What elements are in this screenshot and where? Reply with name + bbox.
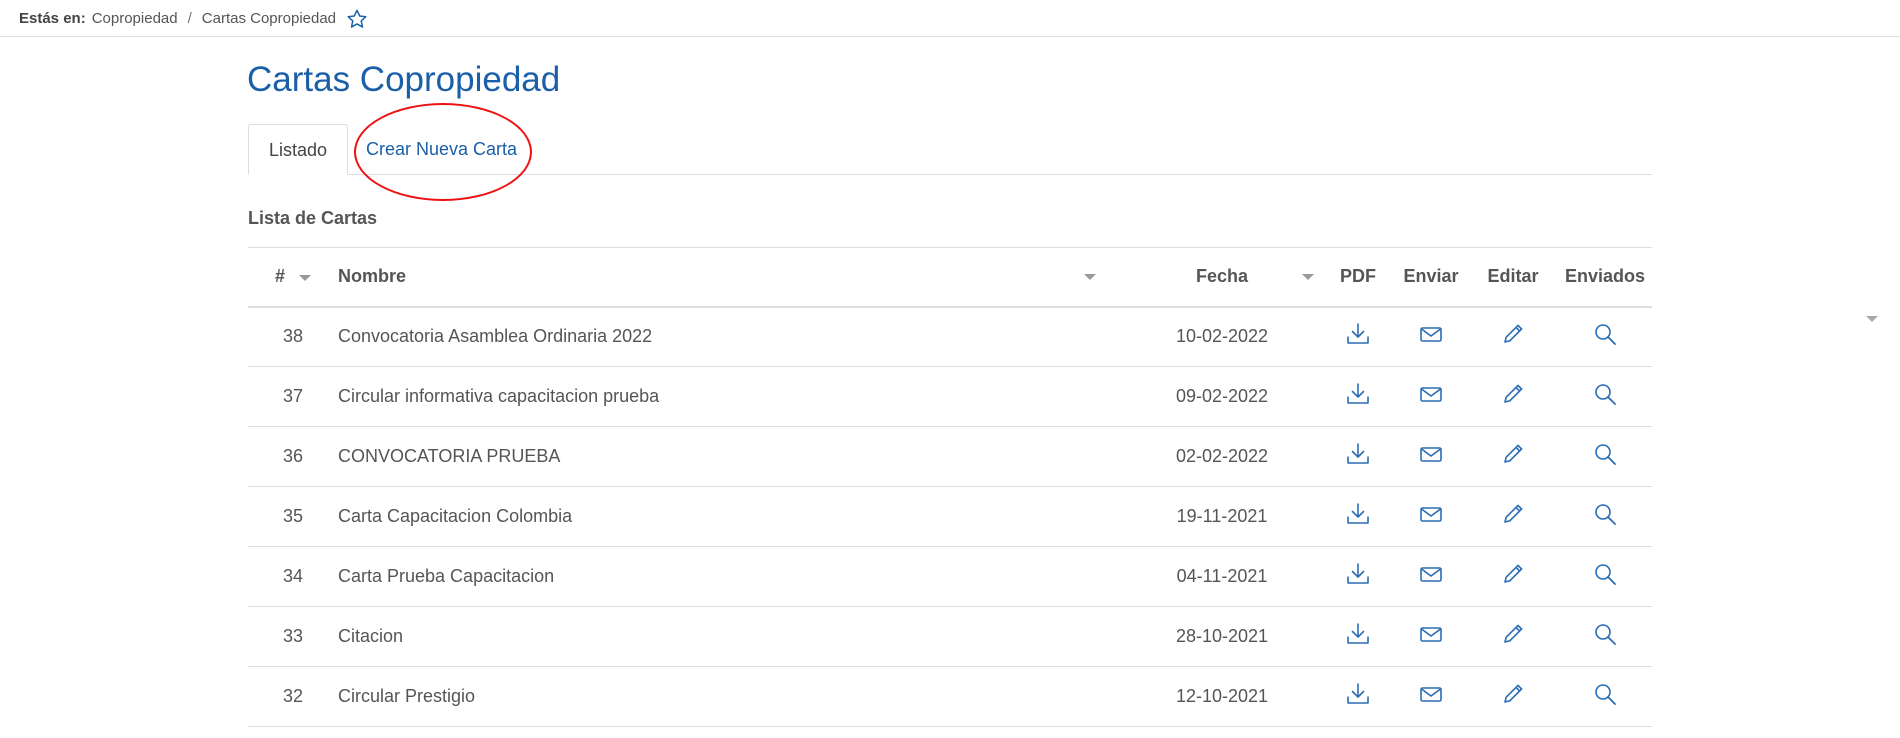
row-nombre: Carta Prueba Capacitacion: [338, 566, 555, 586]
table-row: 34 Carta Prueba Capacitacion 04-11-2021: [248, 547, 1652, 607]
page-title: Cartas Copropiedad: [247, 60, 561, 99]
star-icon[interactable]: [346, 8, 368, 30]
mail-icon[interactable]: [1418, 321, 1444, 347]
column-header-fecha[interactable]: Fecha: [1122, 248, 1322, 307]
row-nombre: Citacion: [338, 626, 404, 646]
download-icon[interactable]: [1345, 441, 1371, 467]
pencil-icon[interactable]: [1500, 441, 1526, 467]
mail-icon[interactable]: [1418, 501, 1444, 527]
search-icon[interactable]: [1592, 621, 1618, 647]
breadcrumb-separator: /: [187, 10, 192, 27]
pencil-icon[interactable]: [1500, 561, 1526, 587]
header-divider: [0, 36, 1900, 37]
download-icon[interactable]: [1345, 681, 1371, 707]
mail-icon[interactable]: [1418, 441, 1444, 467]
column-header-pdf: PDF: [1340, 266, 1376, 287]
column-header-number[interactable]: #: [248, 248, 338, 307]
row-fecha: 28-10-2021: [1175, 626, 1269, 646]
row-nombre: Carta Capacitacion Colombia: [338, 506, 573, 526]
search-icon[interactable]: [1592, 681, 1618, 707]
breadcrumb-item-copropiedad[interactable]: Copropiedad: [92, 10, 178, 27]
table-row: 38 Convocatoria Asamblea Ordinaria 2022 …: [248, 307, 1652, 367]
table-row: 36 CONVOCATORIA PRUEBA 02-02-2022: [248, 427, 1652, 487]
row-nombre: CONVOCATORIA PRUEBA: [338, 446, 561, 466]
download-icon[interactable]: [1345, 321, 1371, 347]
sort-caret-icon[interactable]: [299, 274, 311, 281]
download-icon[interactable]: [1345, 621, 1371, 647]
mail-icon[interactable]: [1418, 621, 1444, 647]
row-nombre: Circular Prestigio: [338, 686, 476, 706]
row-number: 33: [282, 626, 304, 646]
row-number: 35: [282, 506, 304, 526]
column-header-enviar: Enviar: [1403, 266, 1459, 287]
search-icon[interactable]: [1592, 561, 1618, 587]
row-nombre: Circular informativa capacitacion prueba: [338, 386, 660, 406]
column-header-enviados: Enviados: [1564, 266, 1646, 287]
row-number: 36: [282, 446, 304, 466]
mail-icon[interactable]: [1418, 381, 1444, 407]
breadcrumb-item-current: Cartas Copropiedad: [201, 10, 337, 27]
row-fecha: 04-11-2021: [1176, 566, 1268, 586]
search-icon[interactable]: [1592, 501, 1618, 527]
table-row: 33 Citacion 28-10-2021: [248, 607, 1652, 667]
row-fecha: 19-11-2021: [1176, 506, 1268, 526]
pencil-icon[interactable]: [1500, 501, 1526, 527]
download-icon[interactable]: [1345, 381, 1371, 407]
table-row: 32 Circular Prestigio 12-10-2021: [248, 667, 1652, 727]
search-icon[interactable]: [1592, 321, 1618, 347]
sort-caret-icon[interactable]: [1866, 316, 1878, 322]
download-icon[interactable]: [1345, 501, 1371, 527]
pencil-icon[interactable]: [1500, 681, 1526, 707]
table-header-row: # Nombre Fecha PDF Enviar Editar Enviado…: [248, 247, 1652, 307]
row-fecha: 02-02-2022: [1175, 446, 1269, 466]
search-icon[interactable]: [1592, 381, 1618, 407]
row-fecha: 12-10-2021: [1175, 686, 1269, 706]
tab-bar: Listado Crear Nueva Carta: [248, 124, 1652, 175]
mail-icon[interactable]: [1418, 561, 1444, 587]
pencil-icon[interactable]: [1500, 321, 1526, 347]
table-row: 37 Circular informativa capacitacion pru…: [248, 367, 1652, 427]
pencil-icon[interactable]: [1500, 621, 1526, 647]
download-icon[interactable]: [1345, 561, 1371, 587]
pencil-icon[interactable]: [1500, 381, 1526, 407]
search-icon[interactable]: [1592, 441, 1618, 467]
table-row: 35 Carta Capacitacion Colombia 19-11-202…: [248, 487, 1652, 547]
cartas-table: # Nombre Fecha PDF Enviar Editar Enviado…: [248, 247, 1652, 727]
mail-icon[interactable]: [1418, 681, 1444, 707]
tab-crear-nueva-carta[interactable]: Crear Nueva Carta: [346, 124, 537, 174]
row-number: 38: [282, 326, 304, 347]
breadcrumb: Estás en: Copropiedad / Cartas Copropied…: [19, 0, 368, 37]
sort-caret-icon[interactable]: [1084, 274, 1096, 280]
row-number: 32: [282, 686, 304, 706]
column-header-editar: Editar: [1487, 266, 1539, 287]
column-header-nombre[interactable]: Nombre: [338, 248, 1122, 307]
row-number: 37: [282, 386, 304, 406]
list-title: Lista de Cartas: [248, 208, 378, 228]
row-number: 34: [282, 566, 304, 586]
breadcrumb-label: Estás en:: [19, 10, 86, 27]
sort-caret-icon[interactable]: [1302, 274, 1314, 280]
tab-listado[interactable]: Listado: [248, 124, 349, 175]
row-fecha: 10-02-2022: [1175, 326, 1269, 347]
row-fecha: 09-02-2022: [1175, 386, 1269, 406]
row-nombre: Convocatoria Asamblea Ordinaria 2022: [338, 326, 653, 347]
